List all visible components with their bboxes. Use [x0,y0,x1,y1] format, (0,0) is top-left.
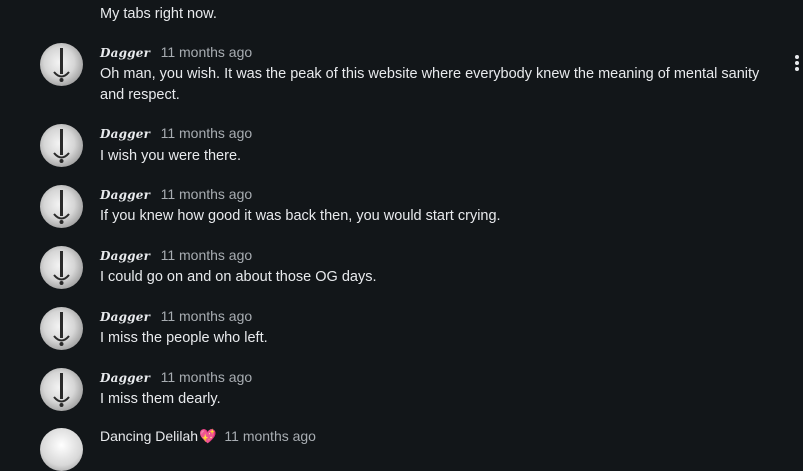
comment-timestamp[interactable]: 11 months ago [161,247,253,263]
previous-comment-text: My tabs right now. [100,6,217,22]
comment-meta: Dagger 11 months ago [100,44,252,60]
comment-meta: Dagger 11 months ago [100,308,252,324]
dagger-avatar-icon [53,312,70,346]
comment-text: I wish you were there. [100,148,242,164]
comment-text: If you knew how good it was back then, y… [100,208,501,224]
comment-meta: Dagger 11 months ago [100,369,252,385]
author-avatar[interactable] [40,246,83,289]
author-avatar[interactable] [40,43,83,86]
dagger-avatar-icon [53,251,70,285]
comment-timestamp[interactable]: 11 months ago [224,428,316,444]
comment-author[interactable]: Dagger [100,46,150,60]
comment-author[interactable]: Dagger [100,310,150,324]
comment-meta: Dancing Delilah💖 11 months ago [100,428,316,444]
comment-timestamp[interactable]: 11 months ago [161,44,253,60]
comment-timestamp[interactable]: 11 months ago [161,308,253,324]
comment-author[interactable]: Dagger [100,188,150,202]
comment-timestamp[interactable]: 11 months ago [161,186,253,202]
dagger-avatar-icon [53,373,70,407]
dagger-avatar-icon [53,190,70,224]
author-avatar[interactable] [40,368,83,411]
comment-author[interactable]: Dagger [100,371,150,385]
comment-meta: Dagger 11 months ago [100,247,252,263]
comment-text: I miss the people who left. [100,330,268,346]
comment-meta: Dagger 11 months ago [100,186,252,202]
dagger-avatar-icon [53,129,70,163]
comment-meta: Dagger 11 months ago [100,125,252,141]
comment-timestamp[interactable]: 11 months ago [161,125,253,141]
more-options-button[interactable] [794,55,800,73]
more-vertical-icon [795,55,799,59]
comment-text: Oh man, you wish. It was the peak of thi… [100,66,760,103]
comment-text: I could go on and on about those OG days… [100,269,377,285]
comment-author[interactable]: Dagger [100,127,150,141]
author-avatar[interactable] [40,428,83,471]
comment-author[interactable]: Dagger [100,249,150,263]
dagger-avatar-icon [53,48,70,82]
comment-timestamp[interactable]: 11 months ago [161,369,253,385]
heart-emoji: 💖 [199,428,217,444]
comment-text: I miss them dearly. [100,391,221,407]
comment-author[interactable]: Dancing Delilah [100,428,198,444]
author-avatar[interactable] [40,124,83,167]
author-avatar[interactable] [40,307,83,350]
author-avatar[interactable] [40,185,83,228]
